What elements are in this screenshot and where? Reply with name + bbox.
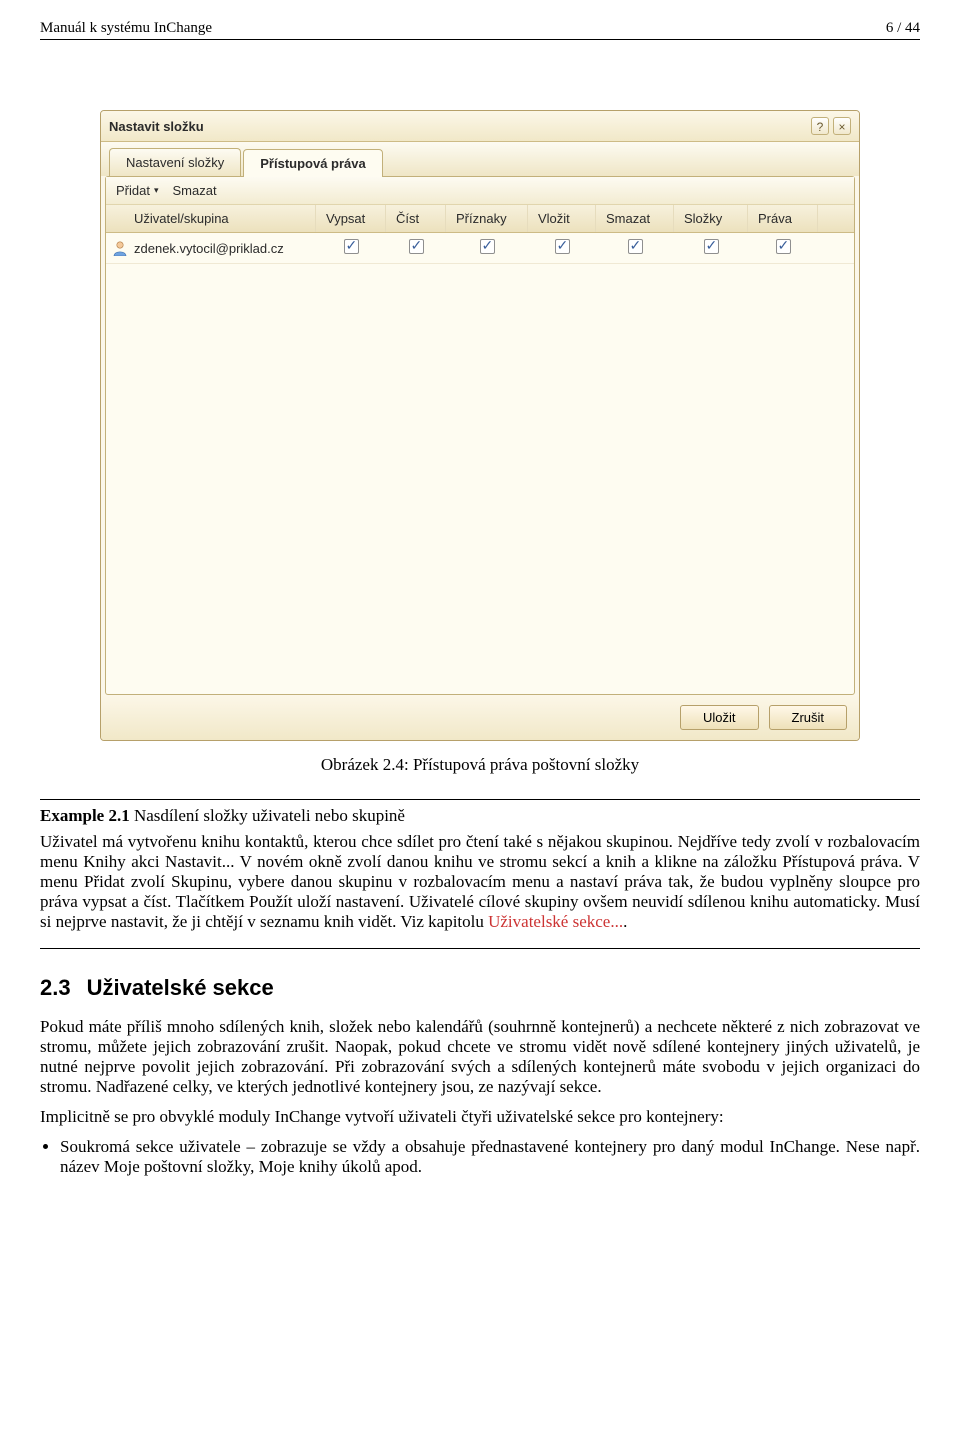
section-list: Soukromá sekce uživatele – zobrazuje se …	[40, 1137, 920, 1177]
example-link[interactable]: Uživatelské sekce...	[488, 912, 623, 931]
save-button[interactable]: Uložit	[680, 705, 759, 730]
grid-empty-space	[106, 264, 854, 694]
permissions-grid: Uživatel/skupina Vypsat Číst Příznaky Vl…	[106, 205, 854, 264]
section-heading: 2.3 Uživatelské sekce	[40, 975, 920, 1001]
col-folders: Složky	[674, 205, 748, 232]
panel-body: Přidat ▾ Smazat Uživatel/skupina Vypsat …	[105, 176, 855, 695]
chk-flags[interactable]	[480, 239, 495, 254]
chk-delete[interactable]	[628, 239, 643, 254]
example-title-rest: Nasdílení složky uživateli nebo skupině	[130, 806, 405, 825]
col-flags: Příznaky	[446, 205, 528, 232]
close-icon[interactable]: ×	[833, 117, 851, 135]
chk-list[interactable]	[344, 239, 359, 254]
example-body-tail: .	[623, 912, 627, 931]
figure-wrap: Nastavit složku ? × Nastavení složky Pří…	[40, 110, 920, 741]
figure-caption: Obrázek 2.4: Přístupová práva poštovní s…	[40, 755, 920, 775]
user-email: zdenek.vytocil@priklad.cz	[134, 241, 284, 256]
header-rule	[40, 39, 920, 40]
chk-insert[interactable]	[555, 239, 570, 254]
tab-settings[interactable]: Nastavení složky	[109, 148, 241, 176]
dialog-title: Nastavit složku	[109, 119, 811, 134]
chk-folders[interactable]	[704, 239, 719, 254]
example-block: Example 2.1 Nasdílení složky uživateli n…	[40, 799, 920, 949]
list-item: Soukromá sekce uživatele – zobrazuje se …	[60, 1137, 920, 1177]
table-row[interactable]: zdenek.vytocil@priklad.cz	[106, 233, 854, 264]
dialog-titlebar: Nastavit složku ? ×	[101, 111, 859, 142]
col-delete: Smazat	[596, 205, 674, 232]
grid-header: Uživatel/skupina Vypsat Číst Příznaky Vl…	[106, 205, 854, 233]
user-cell: zdenek.vytocil@priklad.cz	[106, 234, 316, 262]
dialog-window: Nastavit složku ? × Nastavení složky Pří…	[100, 110, 860, 741]
chk-rights[interactable]	[776, 239, 791, 254]
header-right: 6 / 44	[886, 20, 920, 37]
tabstrip: Nastavení složky Přístupová práva	[101, 142, 859, 176]
section-number: 2.3	[40, 975, 71, 1001]
dialog-buttonrow: Uložit Zrušit	[101, 695, 859, 740]
tab-access-rights[interactable]: Přístupová práva	[243, 149, 383, 177]
user-icon	[112, 240, 128, 256]
add-label: Přidat	[116, 183, 150, 198]
example-title: Example 2.1 Nasdílení složky uživateli n…	[40, 806, 920, 826]
chevron-down-icon: ▾	[154, 185, 159, 196]
section-para-1: Pokud máte příliš mnoho sdílených knih, …	[40, 1017, 920, 1097]
header-left: Manuál k systému InChange	[40, 20, 212, 37]
add-button[interactable]: Přidat ▾	[116, 183, 159, 198]
example-body-text: Uživatel má vytvořenu knihu kontaktů, kt…	[40, 832, 920, 931]
cancel-button[interactable]: Zrušit	[769, 705, 848, 730]
example-title-prefix: Example 2.1	[40, 806, 130, 825]
col-insert: Vložit	[528, 205, 596, 232]
titlebar-icons: ? ×	[811, 117, 851, 135]
section-para-2: Implicitně se pro obvyklé moduly InChang…	[40, 1107, 920, 1127]
section-title: Uživatelské sekce	[87, 975, 274, 1000]
example-body: Uživatel má vytvořenu knihu kontaktů, kt…	[40, 832, 920, 932]
page-header: Manuál k systému InChange 6 / 44	[40, 20, 920, 37]
delete-button[interactable]: Smazat	[173, 183, 217, 198]
col-user: Uživatel/skupina	[106, 205, 316, 232]
col-read: Číst	[386, 205, 446, 232]
chk-read[interactable]	[409, 239, 424, 254]
help-icon[interactable]: ?	[811, 117, 829, 135]
col-rights: Práva	[748, 205, 818, 232]
sub-toolbar: Přidat ▾ Smazat	[106, 177, 854, 205]
col-list: Vypsat	[316, 205, 386, 232]
